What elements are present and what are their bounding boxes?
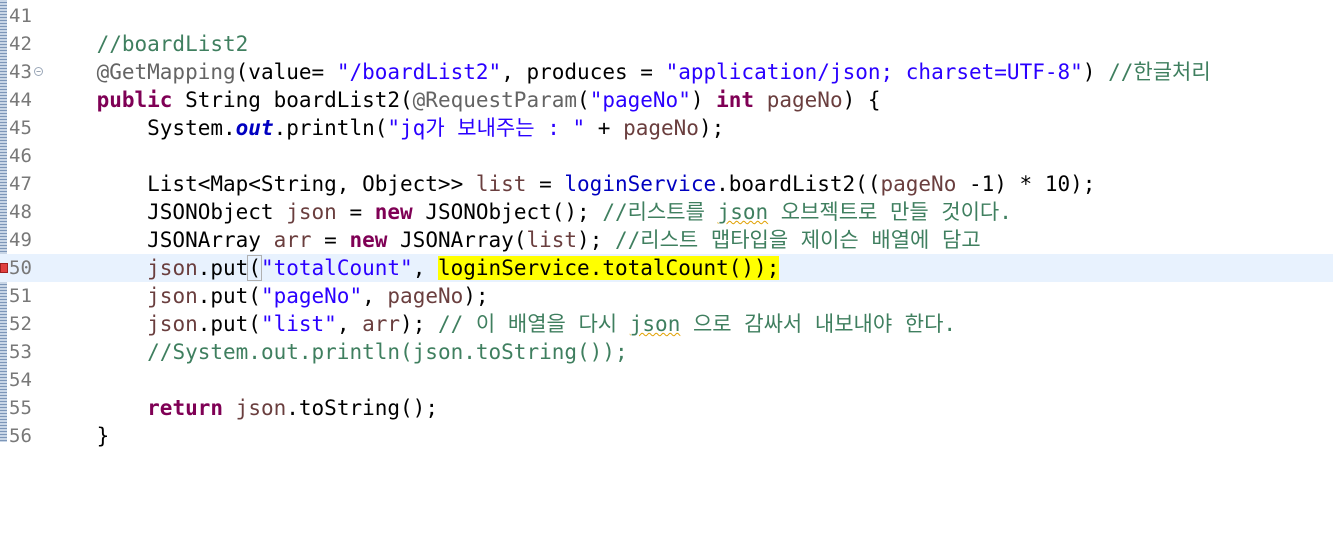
code-line-53: 53 //System.out.println(json.toString())… (0, 338, 1333, 366)
line-code: return json.toString(); (147, 396, 438, 420)
code-line-49: 49 JSONArray arr = new JSONArray(list); … (0, 226, 1333, 254)
code-line-50: 50 json.put("totalCount", loginService.t… (0, 254, 1333, 282)
line-code: } (46, 424, 110, 448)
selection-highlight: loginService.totalCount()); (437, 256, 780, 280)
line-code: //System.out.println(json.toString()); (147, 340, 628, 364)
line-number: 45 (9, 117, 32, 139)
line-code: json.put("pageNo", pageNo); (147, 284, 489, 308)
code-line-43: 43 − @GetMapping(value= "/boardList2", p… (0, 58, 1333, 86)
comment-token: //boardList2 (96, 32, 249, 56)
line-code: json.put("list", arr); // 이 배열을 다시 json … (147, 312, 957, 336)
line-code: JSONObject json = new JSONObject(); //리스… (46, 200, 1012, 224)
code-line-45: 45 System.out.println("jq가 보내주는 : " + pa… (0, 114, 1333, 142)
line-number: 54 (9, 369, 32, 391)
line-number: 55 (9, 397, 32, 419)
code-line-48: 48 JSONObject json = new JSONObject(); /… (0, 198, 1333, 226)
line-number: 49 (9, 229, 32, 251)
line-number: 52 (9, 313, 32, 335)
fold-toggle-icon[interactable]: − (34, 67, 43, 76)
line-code: JSONArray arr = new JSONArray(list); //리… (46, 228, 981, 252)
line-number: 44 (9, 89, 32, 111)
line-code: System.out.println("jq가 보내주는 : " + pageN… (46, 116, 725, 140)
code-line-56: 56 } (0, 422, 1333, 450)
line-number: 47 (9, 173, 32, 195)
line-code: public String boardList2(@RequestParam("… (96, 88, 881, 112)
code-line-46: 46 (0, 142, 1333, 170)
line-number: 46 (9, 145, 32, 167)
error-marker-icon[interactable] (0, 263, 8, 273)
line-number: 56 (9, 425, 32, 447)
line-code: json.put("totalCount", loginService.tota… (147, 255, 780, 281)
line-code: @GetMapping(value= "/boardList2", produc… (96, 60, 1211, 84)
line-number: 51 (9, 285, 32, 307)
code-line-52: 52 json.put("list", arr); // 이 배열을 다시 js… (0, 310, 1333, 338)
line-code: List<Map<String, Object>> list = loginSe… (46, 172, 1096, 196)
line-number: 53 (9, 341, 32, 363)
line-number: 50 (9, 257, 32, 279)
line-number: 48 (9, 201, 32, 223)
code-line-51: 51 json.put("pageNo", pageNo); (0, 282, 1333, 310)
code-line-44: 44 public String boardList2(@RequestPara… (0, 86, 1333, 114)
line-code: //boardList2 (46, 30, 249, 58)
line-number: 42 (9, 33, 32, 55)
code-line-55: 55 return json.toString(); (0, 394, 1333, 422)
code-line-42: 42 //boardList2 (0, 30, 1333, 58)
code-editor[interactable]: 41 42 //boardList2 43 − @GetMapping(valu… (0, 2, 1333, 450)
code-line-41: 41 (0, 2, 1333, 30)
code-line-47: 47 List<Map<String, Object>> list = logi… (0, 170, 1333, 198)
line-number: 41 (9, 5, 32, 27)
code-line-54: 54 (0, 366, 1333, 394)
